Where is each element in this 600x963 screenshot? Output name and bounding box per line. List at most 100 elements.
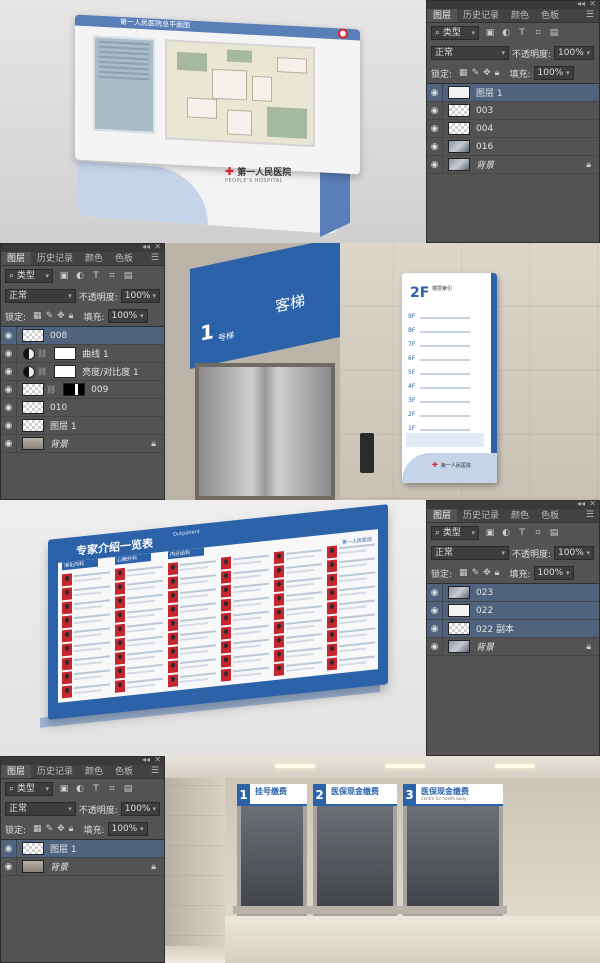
layer-name[interactable]: 曲线 1 xyxy=(82,347,109,360)
tab-0[interactable]: 图层 xyxy=(1,252,32,265)
opacity-input[interactable]: 100% ▾ xyxy=(554,546,595,560)
lock-paint-icon[interactable]: ✎ xyxy=(46,824,54,834)
layer-row[interactable]: ◉ 背景 🔒︎ xyxy=(1,435,164,453)
lock-paint-icon[interactable]: ✎ xyxy=(472,568,480,578)
layer-thumbnail[interactable] xyxy=(448,104,470,117)
visibility-eye-icon[interactable]: ◉ xyxy=(1,417,17,434)
pixel-filter-icon[interactable]: ▣ xyxy=(59,271,69,281)
smart-filter-icon[interactable]: ▤ xyxy=(123,784,133,794)
layer-row[interactable]: ◉ 图层 1 xyxy=(1,417,164,435)
layer-thumbnail[interactable] xyxy=(22,401,44,414)
type-filter-icon[interactable]: T xyxy=(91,271,101,281)
fill-input[interactable]: 100% ▾ xyxy=(533,66,574,80)
layer-name[interactable]: 010 xyxy=(50,403,67,413)
layer-thumbnail[interactable] xyxy=(448,622,470,635)
adjust-filter-icon[interactable]: ◐ xyxy=(501,28,511,38)
close-icon[interactable]: ✕ xyxy=(589,0,596,8)
visibility-eye-icon[interactable]: ◉ xyxy=(1,840,17,857)
layer-name[interactable]: 008 xyxy=(50,331,67,341)
panel-menu-icon[interactable]: ☰ xyxy=(151,766,159,776)
lock-transparent-icon[interactable]: ▦ xyxy=(33,824,42,834)
tab-3[interactable]: 色板 xyxy=(535,509,565,522)
collapse-icon[interactable]: ◂◂ xyxy=(577,500,585,508)
tab-1[interactable]: 历史记录 xyxy=(31,252,79,265)
layer-name[interactable]: 022 副本 xyxy=(476,622,514,635)
tab-2[interactable]: 颜色 xyxy=(79,765,109,778)
visibility-eye-icon[interactable]: ◉ xyxy=(1,381,17,398)
collapse-icon[interactable]: ◂◂ xyxy=(577,0,585,8)
fill-input[interactable]: 100% ▾ xyxy=(533,566,574,580)
panel-menu-icon[interactable]: ☰ xyxy=(151,253,159,263)
visibility-eye-icon[interactable]: ◉ xyxy=(427,120,443,137)
filter-select[interactable]: ⌕ 类型 ▾ xyxy=(431,26,479,40)
layer-row[interactable]: ◉ ⛓ 曲线 1 xyxy=(1,345,164,363)
visibility-eye-icon[interactable]: ◉ xyxy=(1,363,17,380)
adjust-filter-icon[interactable]: ◐ xyxy=(501,528,511,538)
type-filter-icon[interactable]: T xyxy=(517,28,527,38)
collapse-icon[interactable]: ◂◂ xyxy=(142,243,150,251)
layer-name[interactable]: 背景 xyxy=(50,860,68,873)
layer-name[interactable]: 022 xyxy=(476,606,493,616)
layer-name[interactable]: 009 xyxy=(91,385,108,395)
layer-mask-thumbnail[interactable] xyxy=(54,365,77,378)
visibility-eye-icon[interactable]: ◉ xyxy=(427,84,443,101)
layer-row[interactable]: ◉ 004 xyxy=(427,120,599,138)
visibility-eye-icon[interactable]: ◉ xyxy=(427,156,443,173)
layer-row[interactable]: ◉ 图层 1 xyxy=(427,84,599,102)
opacity-input[interactable]: 100% ▾ xyxy=(120,289,160,303)
collapse-icon[interactable]: ◂◂ xyxy=(142,756,150,764)
layer-thumbnail[interactable] xyxy=(448,640,470,653)
layers-panel-1[interactable]: ◂◂ ✕ 图层 历史记录 颜色 色板 ☰ ⌕ 类型 ▾ ▣ ◐ T ⌗ ▤ 正常 ▾ 不透明度:… xyxy=(426,0,600,243)
tab-3[interactable]: 色板 xyxy=(535,9,565,22)
layer-name[interactable]: 023 xyxy=(476,588,493,598)
layer-name[interactable]: 图层 1 xyxy=(50,842,77,855)
lock-all-icon[interactable]: 🔒︎ xyxy=(495,568,500,578)
type-filter-icon[interactable]: T xyxy=(517,528,527,538)
adjust-filter-icon[interactable]: ◐ xyxy=(75,271,85,281)
shape-filter-icon[interactable]: ⌗ xyxy=(533,28,543,38)
layer-name[interactable]: 016 xyxy=(476,142,493,152)
layer-thumbnail[interactable] xyxy=(22,329,44,342)
tab-2[interactable]: 颜色 xyxy=(505,509,535,522)
opacity-input[interactable]: 100% ▾ xyxy=(120,802,160,816)
lock-move-icon[interactable]: ✥ xyxy=(483,568,491,578)
shape-filter-icon[interactable]: ⌗ xyxy=(107,784,117,794)
adjust-filter-icon[interactable]: ◐ xyxy=(75,784,85,794)
visibility-eye-icon[interactable]: ◉ xyxy=(1,327,17,344)
layers-panel-2[interactable]: ◂◂ ✕ 图层 历史记录 颜色 色板 ☰ ⌕ 类型 ▾ ▣ ◐ T ⌗ ▤ 正常 ▾ 不透明度:… xyxy=(0,243,165,500)
lock-move-icon[interactable]: ✥ xyxy=(57,311,65,321)
pixel-filter-icon[interactable]: ▣ xyxy=(485,28,495,38)
layer-thumbnail[interactable] xyxy=(448,140,470,153)
tab-3[interactable]: 色板 xyxy=(109,765,139,778)
lock-move-icon[interactable]: ✥ xyxy=(57,824,65,834)
pixel-filter-icon[interactable]: ▣ xyxy=(59,784,69,794)
blend-mode-select[interactable]: 正常 ▾ xyxy=(431,46,509,60)
layer-row[interactable]: ◉ 016 xyxy=(427,138,599,156)
layer-row[interactable]: ◉ 图层 1 xyxy=(1,840,164,858)
tab-2[interactable]: 颜色 xyxy=(79,252,109,265)
layer-row[interactable]: ◉ 背景 🔒︎ xyxy=(427,638,599,656)
filter-select[interactable]: ⌕ 类型 ▾ xyxy=(431,526,479,540)
pixel-filter-icon[interactable]: ▣ xyxy=(485,528,495,538)
layer-row[interactable]: ◉ 003 xyxy=(427,102,599,120)
close-icon[interactable]: ✕ xyxy=(589,500,596,508)
tab-1[interactable]: 历史记录 xyxy=(457,509,505,522)
layer-row[interactable]: ◉ 008 xyxy=(1,327,164,345)
layer-row[interactable]: ◉ 022 副本 xyxy=(427,620,599,638)
lock-all-icon[interactable]: 🔒︎ xyxy=(69,824,74,834)
layer-thumbnail[interactable] xyxy=(22,437,44,450)
layer-name[interactable]: 背景 xyxy=(476,158,494,171)
layer-name[interactable]: 图层 1 xyxy=(50,419,77,432)
smart-filter-icon[interactable]: ▤ xyxy=(549,28,559,38)
lock-transparent-icon[interactable]: ▦ xyxy=(459,68,468,78)
layer-row[interactable]: ◉ 背景 🔒︎ xyxy=(427,156,599,174)
visibility-eye-icon[interactable]: ◉ xyxy=(427,620,443,637)
smart-filter-icon[interactable]: ▤ xyxy=(123,271,133,281)
filter-select[interactable]: ⌕ 类型 ▾ xyxy=(5,782,53,796)
layer-thumbnail[interactable] xyxy=(22,842,44,855)
layer-mask-thumbnail[interactable] xyxy=(54,347,77,360)
layer-row[interactable]: ◉ 023 xyxy=(427,584,599,602)
visibility-eye-icon[interactable]: ◉ xyxy=(427,584,443,601)
visibility-eye-icon[interactable]: ◉ xyxy=(427,602,443,619)
tab-0[interactable]: 图层 xyxy=(1,765,32,778)
